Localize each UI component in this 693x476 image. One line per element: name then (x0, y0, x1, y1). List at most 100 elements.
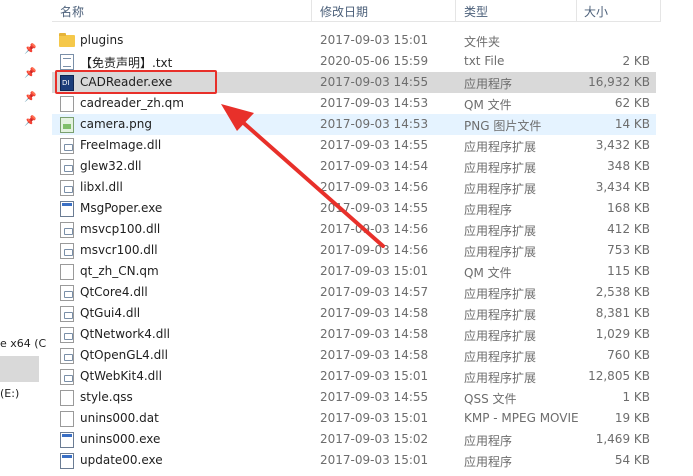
file-date-modified: 2017-09-03 15:01 (320, 453, 429, 467)
file-date-modified: 2017-09-03 15:02 (320, 432, 429, 446)
file-size: 1 KB (622, 390, 650, 404)
dll-file-icon (60, 369, 74, 385)
file-size: 1,029 KB (595, 327, 650, 341)
file-row[interactable]: QtNetwork4.dll 2017-09-03 14:58 应用程序扩展 1,02… (52, 324, 656, 345)
file-row[interactable]: QtCore4.dll 2017-09-03 14:57 应用程序扩展 2,538 K… (52, 282, 656, 303)
blank-file-icon (60, 390, 74, 406)
dll-file-icon (60, 285, 74, 301)
file-size: 348 KB (607, 159, 650, 173)
file-row[interactable]: libxl.dll 2017-09-03 14:56 应用程序扩展 3,434 KB (52, 177, 656, 198)
file-size: 8,381 KB (595, 306, 650, 320)
file-name: QtNetwork4.dll (80, 327, 170, 341)
dll-file-icon (60, 222, 74, 238)
file-size: 3,432 KB (595, 138, 650, 152)
file-name: FreeImage.dll (80, 138, 162, 152)
exe-file-icon (60, 453, 74, 469)
file-row[interactable]: plugins 2017-09-03 15:01 文件夹 (52, 30, 656, 51)
file-date-modified: 2017-09-03 14:55 (320, 138, 429, 152)
file-size: 3,434 KB (595, 180, 650, 194)
file-type: 应用程序扩展 (464, 182, 537, 196)
file-date-modified: 2017-09-03 14:55 (320, 201, 429, 215)
file-date-modified: 2017-09-03 14:53 (320, 96, 429, 110)
file-size: 62 KB (614, 96, 650, 110)
folder-icon (59, 33, 75, 47)
file-date-modified: 2017-09-03 14:55 (320, 390, 429, 404)
file-row[interactable]: QtWebKit4.dll 2017-09-03 15:01 应用程序扩展 12,80… (52, 366, 656, 387)
file-date-modified: 2017-09-03 14:54 (320, 159, 429, 173)
file-row[interactable]: camera.png 2017-09-03 14:53 PNG 图片文件 14 KB (52, 114, 656, 135)
file-type: 应用程序扩展 (464, 140, 537, 154)
column-divider[interactable] (311, 0, 312, 22)
png-image-icon (60, 117, 74, 133)
file-date-modified: 2017-09-03 14:56 (320, 243, 429, 257)
file-row[interactable]: FreeImage.dll 2017-09-03 14:55 应用程序扩展 3,432… (52, 135, 656, 156)
column-name-header[interactable]: 名称 (60, 3, 84, 20)
pin-icon[interactable]: 📌 (24, 44, 36, 56)
file-name: style.qss (80, 390, 133, 404)
file-row[interactable]: update00.exe 2017-09-03 15:01 应用程序 54 KB (52, 450, 656, 471)
file-size: 168 KB (607, 201, 650, 215)
file-type: 应用程序 (464, 77, 513, 91)
file-type: 应用程序 (464, 434, 513, 448)
blank-file-icon (60, 96, 74, 112)
dll-file-icon (60, 306, 74, 322)
dll-file-icon (60, 327, 74, 343)
file-type: 应用程序扩展 (464, 287, 537, 301)
file-date-modified: 2017-09-03 14:58 (320, 348, 429, 362)
file-date-modified: 2020-05-06 15:59 (320, 54, 429, 68)
file-size: 12,805 KB (588, 369, 650, 383)
file-type: 应用程序扩展 (464, 371, 537, 385)
file-row[interactable]: qt_zh_CN.qm 2017-09-03 15:01 QM 文件 115 KB (52, 261, 656, 282)
text-file-icon (60, 54, 74, 70)
nav-drive-e-label[interactable]: (E:) (0, 387, 19, 400)
column-divider[interactable] (576, 0, 577, 22)
installer-exe-icon (60, 432, 74, 448)
file-type: txt File (464, 54, 505, 68)
file-name: unins000.exe (80, 432, 161, 446)
file-row[interactable]: unins000.exe 2017-09-03 15:02 应用程序 1,469 KB (52, 429, 656, 450)
file-row[interactable]: msvcp100.dll 2017-09-03 14:56 应用程序扩展 412 KB (52, 219, 656, 240)
file-type: 应用程序扩展 (464, 224, 537, 238)
nav-drive-label-partial[interactable]: e x64 (C (0, 337, 46, 350)
pin-icon[interactable]: 📌 (24, 92, 36, 104)
file-name: QtOpenGL4.dll (80, 348, 168, 362)
exe-file-icon (60, 201, 74, 217)
annotation-highlight-box (55, 70, 217, 94)
file-date-modified: 2017-09-03 14:56 (320, 222, 429, 236)
file-date-modified: 2017-09-03 14:53 (320, 117, 429, 131)
pin-icon[interactable]: 📌 (24, 116, 36, 128)
file-row[interactable]: QtOpenGL4.dll 2017-09-03 14:58 应用程序扩展 760 K… (52, 345, 656, 366)
file-date-modified: 2017-09-03 14:57 (320, 285, 429, 299)
file-row[interactable]: msvcr100.dll 2017-09-03 14:56 应用程序扩展 753 KB (52, 240, 656, 261)
file-date-modified: 2017-09-03 14:56 (320, 180, 429, 194)
file-date-modified: 2017-09-03 15:01 (320, 33, 429, 47)
file-type: 应用程序扩展 (464, 329, 537, 343)
column-date-header[interactable]: 修改日期 (320, 3, 368, 20)
file-date-modified: 2017-09-03 14:58 (320, 306, 429, 320)
column-size-header[interactable]: 大小 (584, 3, 608, 20)
pin-icon[interactable]: 📌 (24, 68, 36, 80)
column-type-header[interactable]: 类型 (464, 3, 488, 20)
file-type: 应用程序 (464, 455, 513, 469)
file-row[interactable]: cadreader_zh.qm 2017-09-03 14:53 QM 文件 62 K… (52, 93, 656, 114)
file-size: 2 KB (622, 54, 650, 68)
file-type: 应用程序扩展 (464, 350, 537, 364)
file-name: QtGui4.dll (80, 306, 141, 320)
navigation-pane: 📌 📌 📌 📌 e x64 (C (E:) (0, 0, 46, 476)
file-row[interactable]: QtGui4.dll 2017-09-03 14:58 应用程序扩展 8,381 KB (52, 303, 656, 324)
file-name: QtCore4.dll (80, 285, 148, 299)
file-date-modified: 2017-09-03 14:55 (320, 75, 429, 89)
file-row[interactable]: unins000.dat 2017-09-03 15:01 KMP - MPEG M… (52, 408, 656, 429)
file-size: 54 KB (614, 453, 650, 467)
file-row[interactable]: style.qss 2017-09-03 14:55 QSS 文件 1 KB (52, 387, 656, 408)
column-divider[interactable] (455, 0, 456, 22)
file-date-modified: 2017-09-03 14:58 (320, 327, 429, 341)
file-row[interactable]: MsgPoper.exe 2017-09-03 14:55 应用程序 168 KB (52, 198, 656, 219)
file-row[interactable]: 【免责声明】.txt 2020-05-06 15:59 txt File 2 KB (52, 51, 656, 72)
nav-selected-item[interactable] (0, 356, 39, 382)
dll-file-icon (60, 243, 74, 259)
file-row[interactable]: glew32.dll 2017-09-03 14:54 应用程序扩展 348 KB (52, 156, 656, 177)
dll-file-icon (60, 138, 74, 154)
file-type: 应用程序 (464, 203, 513, 217)
file-name: unins000.dat (80, 411, 159, 425)
